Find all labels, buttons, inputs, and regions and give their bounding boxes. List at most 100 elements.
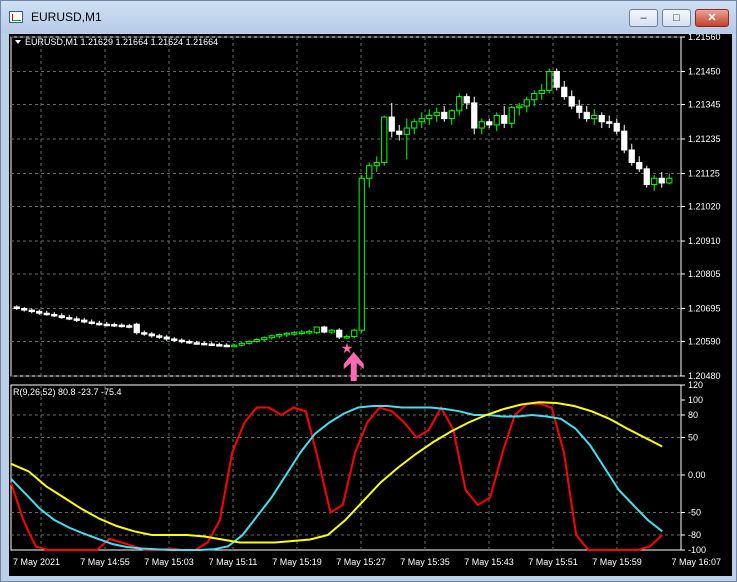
signal-star-icon: ★ xyxy=(341,341,354,357)
bear-candle xyxy=(163,336,170,340)
bull-candle xyxy=(373,162,380,167)
bear-candle xyxy=(156,335,163,338)
price-axis-label: 1.21020 xyxy=(688,202,721,212)
bull-candle xyxy=(343,335,350,339)
indicator-axis-label: 50 xyxy=(688,433,698,443)
bull-candle xyxy=(328,329,335,333)
chart-window-icon xyxy=(9,11,23,23)
bear-candle xyxy=(441,111,448,120)
indicator-axis-label: 120 xyxy=(688,380,703,390)
bull-candle xyxy=(508,107,515,124)
bull-candle xyxy=(456,96,463,112)
time-axis-label: 7 May 14:55 xyxy=(80,557,130,567)
bear-candle xyxy=(171,338,178,341)
bull-candle xyxy=(298,331,305,335)
bull-candle xyxy=(253,339,260,342)
indicator-series-line xyxy=(10,401,663,544)
maximize-button[interactable]: □ xyxy=(662,9,691,27)
bear-candle xyxy=(36,310,43,314)
bear-candle xyxy=(51,313,58,317)
close-button[interactable]: ✕ xyxy=(695,9,729,27)
bull-candle xyxy=(418,118,425,123)
bear-candle xyxy=(28,309,35,313)
price-axis-label: 1.20910 xyxy=(688,236,721,246)
bear-candle xyxy=(636,162,643,170)
indicator-pane-frame xyxy=(10,384,682,551)
bear-candle xyxy=(133,323,140,334)
chart-area[interactable]: 7 May 2021 7 May 14:55 7 May 15:03 7 May 15… xyxy=(9,34,732,576)
price-axis-label: 1.21345 xyxy=(688,99,721,109)
bull-candle xyxy=(666,177,673,184)
bear-candle xyxy=(111,324,118,327)
bull-candle xyxy=(268,335,275,339)
bull-candle xyxy=(448,110,455,120)
bear-candle xyxy=(201,342,208,346)
indicator-pane-header: R(9,26,52) 80.8 -23.7 -75.4 xyxy=(13,387,122,397)
bull-candle xyxy=(246,340,253,344)
bull-candle xyxy=(381,116,388,164)
indicator-axis-label: 100 xyxy=(688,395,703,405)
bull-candle xyxy=(591,114,598,120)
indicator-axis-label: 0.00 xyxy=(688,470,706,480)
time-axis-label: 7 May 15:43 xyxy=(464,557,514,567)
title-bar[interactable]: EURUSD,M1 – □ ✕ xyxy=(1,1,736,33)
bear-candle xyxy=(186,340,193,344)
bear-candle xyxy=(568,96,575,107)
bear-candle xyxy=(463,96,470,104)
price-axis-label: 1.20590 xyxy=(688,336,721,346)
price-pane-header: EURUSD,M1 1.21629 1.21664 1.21624 1.2166… xyxy=(25,37,218,47)
bear-candle xyxy=(223,344,230,348)
bear-candle xyxy=(561,86,568,98)
bear-candle xyxy=(388,116,395,132)
time-axis-label: 7 May 15:35 xyxy=(400,557,450,567)
bull-candle xyxy=(351,329,358,337)
bear-candle xyxy=(216,344,223,347)
bear-candle xyxy=(21,308,28,311)
bear-candle xyxy=(471,102,478,129)
time-axis-label: 7 May 15:51 xyxy=(528,557,578,567)
bear-candle xyxy=(501,114,508,124)
bear-candle xyxy=(486,121,493,126)
time-axis-label: 7 May 15:03 xyxy=(144,557,194,567)
price-axis-label: 1.21235 xyxy=(688,134,721,144)
bear-candle xyxy=(321,326,328,333)
indicator-axis-label: -100 xyxy=(688,545,706,555)
bull-candle xyxy=(238,342,245,346)
price-axis-label: 1.21450 xyxy=(688,67,721,77)
bear-candle xyxy=(193,342,200,345)
window-title: EURUSD,M1 xyxy=(31,10,102,24)
bull-candle xyxy=(313,326,320,334)
bear-candle xyxy=(58,315,65,319)
minimize-button[interactable]: – xyxy=(629,9,658,27)
close-icon: ✕ xyxy=(707,12,717,24)
bear-candle xyxy=(598,114,605,123)
bear-candle xyxy=(88,321,95,325)
bear-candle xyxy=(621,130,628,151)
time-axis-label: 7 May 16:07 xyxy=(671,557,721,567)
bull-candle xyxy=(306,330,313,334)
bear-candle xyxy=(13,306,20,310)
bear-candle xyxy=(126,325,133,328)
chart-canvas[interactable]: 7 May 2021 7 May 14:55 7 May 15:03 7 May 15… xyxy=(9,34,732,576)
time-axis-label: 7 May 15:11 xyxy=(209,557,258,567)
price-axis-label: 1.21560 xyxy=(688,34,721,42)
bull-candle xyxy=(403,127,410,135)
bull-candle xyxy=(426,114,433,120)
bear-candle xyxy=(141,332,148,335)
price-axis-label: 1.20805 xyxy=(688,269,721,279)
bear-candle xyxy=(576,105,583,113)
bear-candle xyxy=(613,122,620,132)
bear-candle xyxy=(66,317,73,320)
chart-window: EURUSD,M1 – □ ✕ 7 May 2021 7 May 14:55 7 M… xyxy=(0,0,737,582)
bear-candle xyxy=(583,111,590,120)
time-axis-label: 7 May 15:19 xyxy=(272,557,322,567)
price-axis-label: 1.21125 xyxy=(688,169,720,179)
bear-candle xyxy=(103,323,110,327)
maximize-icon: □ xyxy=(673,12,680,24)
bear-candle xyxy=(208,343,215,346)
bull-candle xyxy=(651,177,658,186)
price-axis-label: 1.20695 xyxy=(688,304,721,314)
bull-candle xyxy=(411,121,418,129)
bear-candle xyxy=(73,318,80,321)
bear-candle xyxy=(118,324,125,328)
